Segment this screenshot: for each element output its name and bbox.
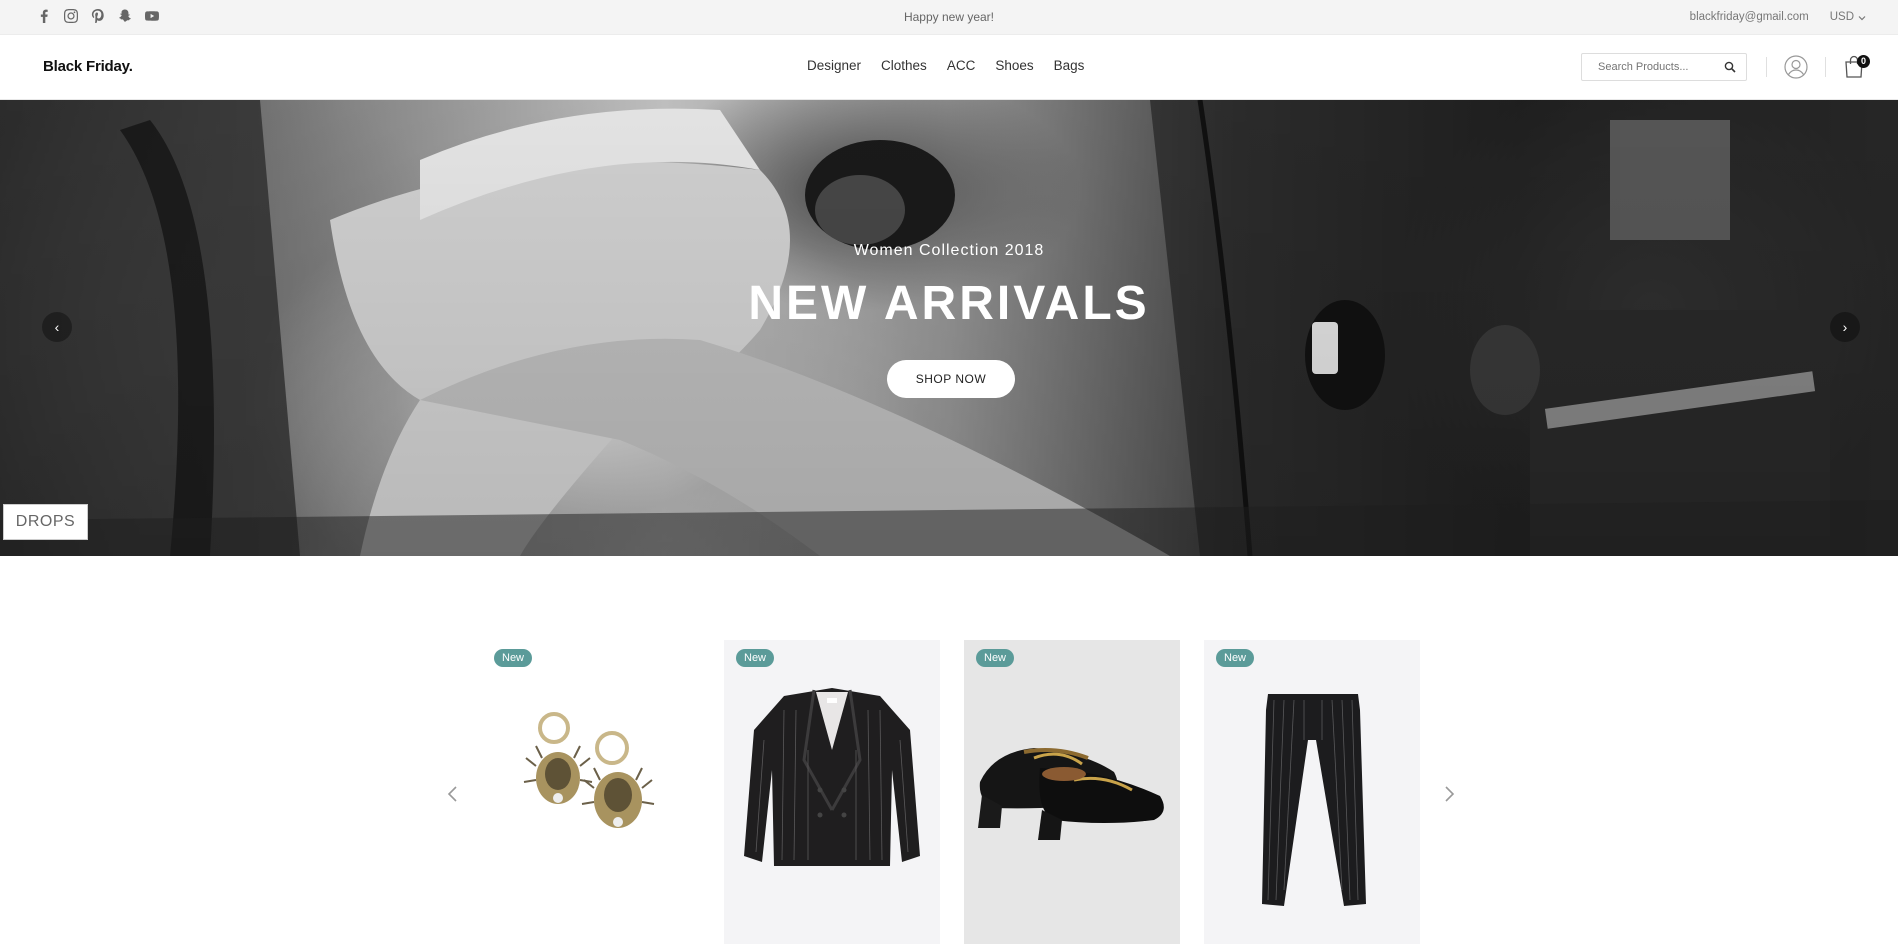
- currency-selector[interactable]: USD: [1830, 0, 1866, 35]
- main-nav: Designer Clothes ACC Shoes Bags: [807, 58, 1084, 73]
- shop-now-button[interactable]: SHOP NOW: [887, 360, 1015, 398]
- nav-item-clothes[interactable]: Clothes: [881, 58, 927, 73]
- hero-banner: Women Collection 2018 NEW ARRIVALS SHOP …: [0, 100, 1898, 556]
- loafers-image: [978, 748, 1164, 840]
- earrings-image: [523, 712, 655, 828]
- nav-item-designer[interactable]: Designer: [807, 58, 861, 73]
- header-divider: [1825, 57, 1826, 77]
- drops-tag[interactable]: DROPS: [3, 504, 88, 540]
- announcement-text: Happy new year!: [903, 10, 995, 24]
- product-card-loafers[interactable]: New: [964, 640, 1180, 944]
- cart-count-badge: 0: [1857, 55, 1870, 68]
- chevron-left-icon[interactable]: ‹: [42, 312, 72, 342]
- search-input[interactable]: [1582, 54, 1712, 80]
- product-card-earrings[interactable]: New: [482, 640, 698, 944]
- new-badge: New: [494, 649, 533, 667]
- new-badge: New: [976, 649, 1015, 667]
- product-card-blazer[interactable]: New: [724, 640, 940, 944]
- logo[interactable]: Black Friday.: [43, 58, 133, 75]
- blazer-image: [744, 688, 920, 866]
- chevron-right-icon[interactable]: ›: [1830, 312, 1860, 342]
- top-bar: Happy new year! blackfriday@gmail.com US…: [0, 0, 1898, 35]
- trousers-image: [1262, 694, 1366, 906]
- site-header: Black Friday. Designer Clothes ACC Shoes…: [0, 35, 1898, 100]
- search-box: [1581, 53, 1747, 81]
- hero-title: NEW ARRIVALS: [748, 277, 1150, 330]
- product-card-trousers[interactable]: New: [1204, 640, 1420, 944]
- new-badge: New: [736, 649, 775, 667]
- contact-email[interactable]: blackfriday@gmail.com: [1690, 0, 1809, 35]
- top-bar-right: blackfriday@gmail.com USD: [1690, 0, 1866, 35]
- carousel-next-icon[interactable]: [1441, 782, 1457, 806]
- nav-item-bags[interactable]: Bags: [1054, 58, 1085, 73]
- user-account-icon[interactable]: [1784, 55, 1808, 79]
- chevron-down-icon: [1858, 15, 1866, 20]
- header-divider: [1766, 57, 1767, 77]
- new-badge: New: [1216, 649, 1255, 667]
- carousel-prev-icon[interactable]: [445, 782, 461, 806]
- hero-subtitle: Women Collection 2018: [853, 242, 1045, 259]
- currency-label: USD: [1829, 11, 1854, 23]
- nav-item-acc[interactable]: ACC: [947, 58, 976, 73]
- nav-item-shoes[interactable]: Shoes: [995, 58, 1033, 73]
- search-icon[interactable]: [1724, 61, 1736, 73]
